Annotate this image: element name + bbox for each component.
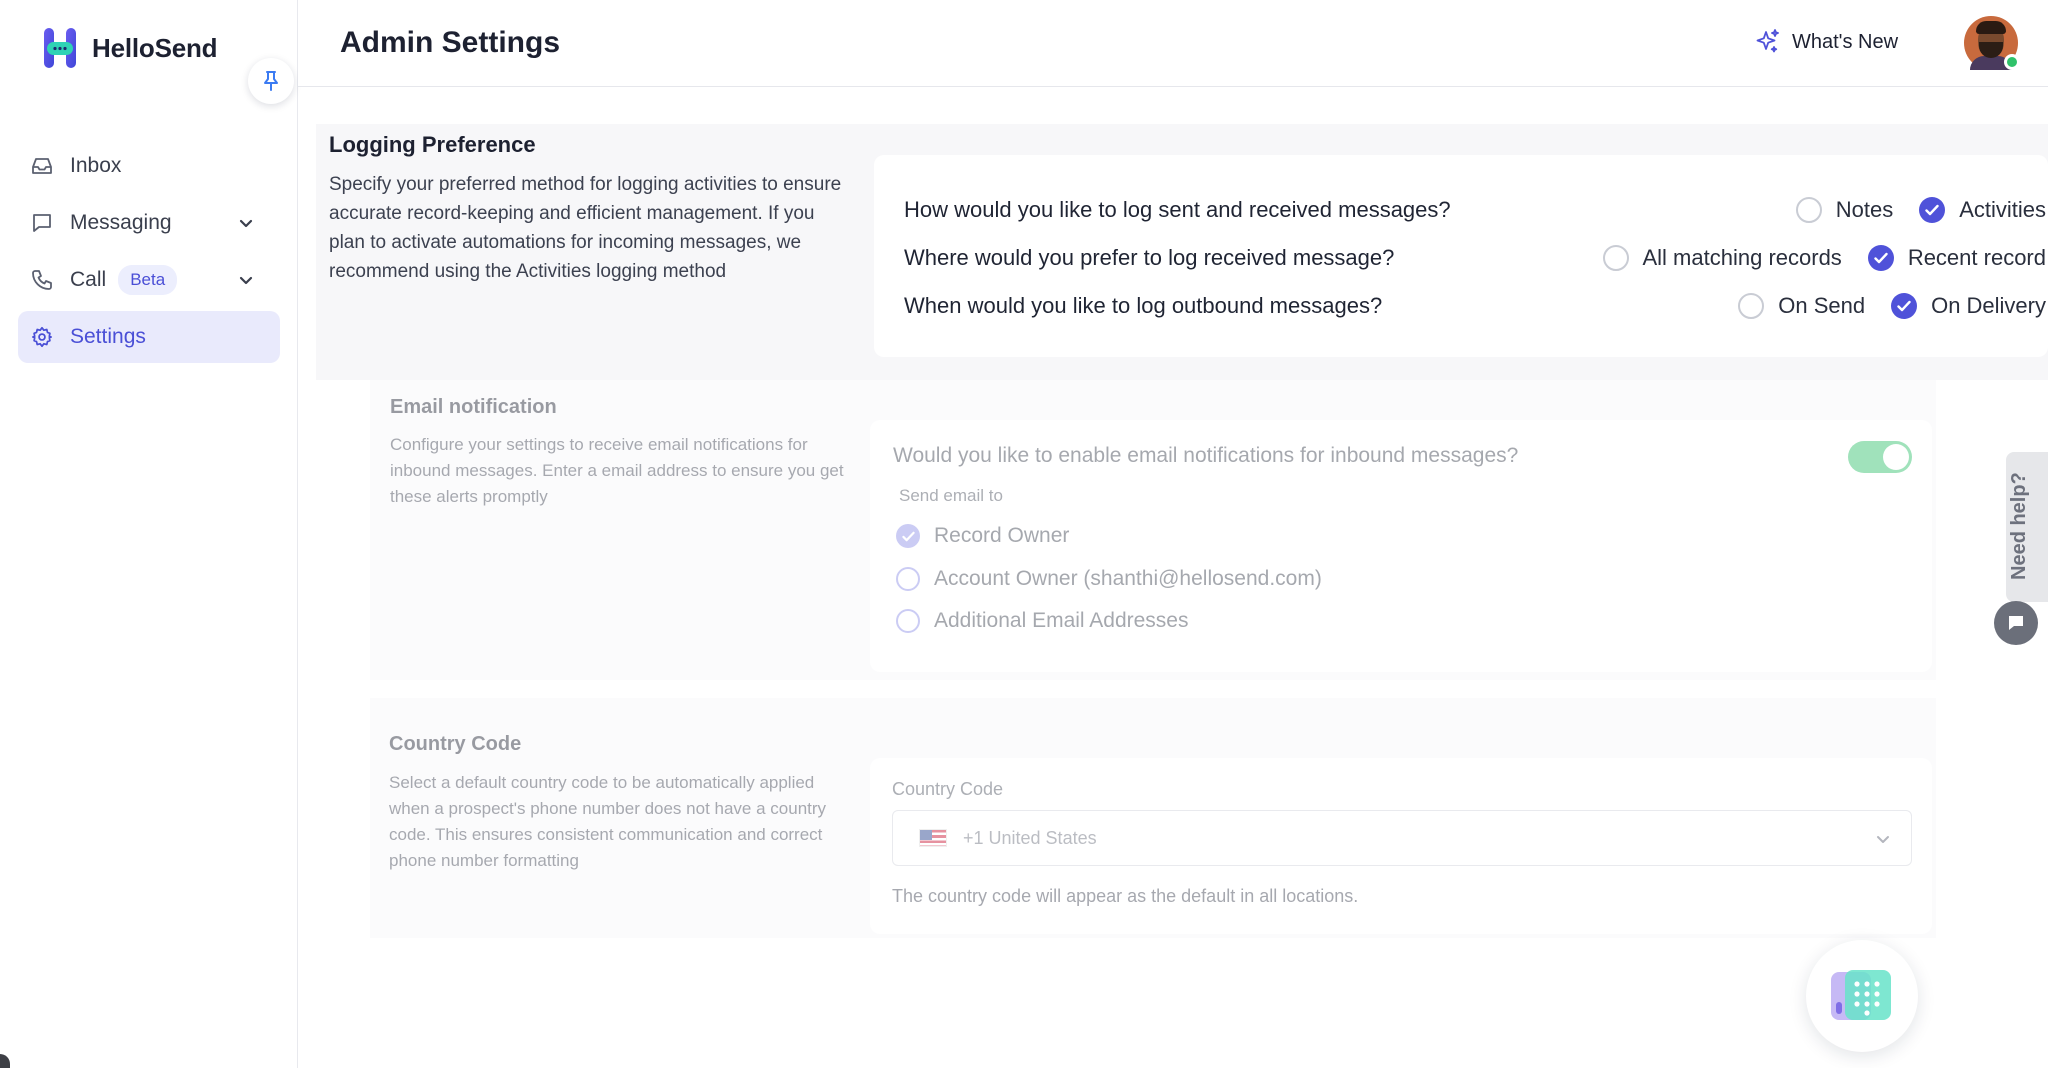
- beta-badge: Beta: [118, 265, 178, 295]
- logging-title: Logging Preference: [329, 132, 536, 157]
- option-activities[interactable]: Activities: [1919, 197, 2046, 223]
- sidebar-item-call[interactable]: Call Beta: [18, 254, 280, 306]
- sidebar-item-messaging[interactable]: Messaging: [18, 197, 280, 249]
- email-notification-description: Configure your settings to receive email…: [390, 435, 844, 506]
- sidebar-item-settings[interactable]: Settings: [18, 311, 280, 363]
- send-option-record-owner[interactable]: Record Owner: [896, 524, 1069, 548]
- whats-new-button[interactable]: What's New: [1754, 28, 1898, 56]
- send-email-to-label: Send email to: [899, 486, 1003, 505]
- radio-unchecked[interactable]: [896, 609, 920, 633]
- option-notes[interactable]: Notes: [1795, 197, 1894, 223]
- option-label: Record Owner: [934, 524, 1070, 547]
- question-text: How would you like to log sent and recei…: [904, 197, 1451, 222]
- need-help-label: Need help?: [2008, 472, 2030, 580]
- option-on-delivery[interactable]: On Delivery: [1891, 293, 2046, 319]
- checkmark-icon: [1874, 252, 1888, 264]
- country-code-description: Select a default country code to be auto…: [389, 773, 827, 870]
- country-code-select[interactable]: +1 United States: [892, 810, 1912, 866]
- whats-new-label: What's New: [1792, 30, 1899, 53]
- sidebar-item-label: Call: [70, 268, 107, 291]
- option-label: Recent record: [1907, 245, 2046, 270]
- sparkle-icon: [1756, 29, 1779, 53]
- country-code-title: Country Code: [389, 733, 522, 755]
- online-status-dot: [2004, 54, 2020, 70]
- option-label: Additional Email Addresses: [934, 609, 1189, 632]
- chevron-down-icon[interactable]: [236, 270, 256, 290]
- send-option-account-owner[interactable]: Account Owner (shanthi@hellosend.com): [896, 567, 1322, 591]
- brand-name: HelloSend: [92, 32, 218, 63]
- logging-question-row: How would you like to log sent and recei…: [904, 190, 2048, 230]
- chat-button[interactable]: [1994, 601, 2038, 645]
- radio-unchecked[interactable]: [1602, 245, 1629, 271]
- page-title: Admin Settings: [340, 26, 561, 59]
- avatar-hair: [1976, 21, 2006, 34]
- dialer-icon: [1831, 970, 1891, 1020]
- option-label: All matching records: [1642, 245, 1842, 270]
- option-label: Activities: [1959, 197, 2046, 222]
- logging-question-row: Where would you prefer to log received m…: [904, 238, 2048, 278]
- radio-unchecked[interactable]: [896, 567, 920, 591]
- inbox-icon: [30, 154, 54, 178]
- checkmark-icon: [1897, 300, 1911, 312]
- chevron-down-icon[interactable]: [236, 213, 256, 233]
- radio-unchecked[interactable]: [1795, 197, 1822, 223]
- option-all-matching-records[interactable]: All matching records: [1602, 245, 1842, 271]
- chevron-down-icon: [1877, 836, 1889, 843]
- question-options: On Send On Delivery: [1712, 293, 2046, 319]
- avatar[interactable]: [1964, 16, 2020, 70]
- radio-unchecked[interactable]: [1738, 293, 1765, 319]
- sidebar-item-inbox[interactable]: Inbox: [18, 140, 280, 192]
- sidebar-item-label: Messaging: [70, 211, 172, 234]
- question-text: Where would you prefer to log received m…: [904, 245, 1395, 270]
- radio-checked[interactable]: [1867, 245, 1894, 271]
- chat-icon: [2009, 616, 2023, 630]
- question-options: All matching records Recent record: [1577, 245, 2046, 271]
- option-recent-record[interactable]: Recent record: [1867, 245, 2046, 271]
- checkmark-icon: [1925, 204, 1939, 216]
- sidebar: HelloSend Inbox Messaging Call Beta Sett…: [0, 0, 298, 1068]
- option-label: Account Owner (shanthi@hellosend.com): [934, 567, 1322, 590]
- send-option-additional-emails[interactable]: Additional Email Addresses: [896, 609, 1188, 633]
- hellosend-logo-icon: [44, 28, 76, 68]
- sidebar-nav: Inbox Messaging Call Beta Settings: [18, 140, 280, 368]
- sidebar-item-label: Settings: [70, 325, 146, 348]
- option-label: On Send: [1778, 293, 1866, 318]
- country-code-helper-text: The country code will appear as the defa…: [892, 886, 1359, 906]
- logging-description: Specify your preferred method for loggin…: [329, 174, 842, 282]
- radio-checked[interactable]: [1919, 197, 1946, 223]
- dialer-button[interactable]: [1806, 940, 1918, 1052]
- pin-icon: [264, 71, 278, 91]
- brand[interactable]: HelloSend: [42, 26, 218, 70]
- toggle-knob: [1883, 444, 1909, 470]
- top-header: Admin Settings What's New: [298, 0, 2048, 87]
- radio-checked[interactable]: [1891, 293, 1918, 319]
- country-code-field-label: Country Code: [892, 779, 1004, 799]
- email-notification-toggle[interactable]: [1848, 441, 1912, 473]
- question-text: When would you like to log outbound mess…: [904, 293, 1383, 318]
- checkmark-icon: [901, 531, 915, 541]
- option-label: Notes: [1835, 197, 1894, 222]
- logging-options-card: How would you like to log sent and recei…: [874, 155, 2048, 357]
- gear-icon: [30, 325, 54, 349]
- sidebar-item-label: Inbox: [70, 154, 122, 177]
- us-flag-icon: [919, 829, 947, 847]
- phone-icon: [30, 268, 54, 292]
- country-code-selected-value: +1 United States: [963, 827, 1097, 848]
- option-label: On Delivery: [1931, 293, 2046, 318]
- option-on-send[interactable]: On Send: [1738, 293, 1865, 319]
- email-notification-question: Would you like to enable email notificat…: [893, 444, 1519, 467]
- radio-checked[interactable]: [896, 524, 920, 548]
- chat-bubble-icon: [30, 211, 54, 235]
- pin-sidebar-button[interactable]: [248, 58, 294, 104]
- question-options: Notes Activities: [1770, 197, 2046, 223]
- email-notification-title: Email notification: [390, 396, 557, 418]
- logging-question-row: When would you like to log outbound mess…: [904, 286, 2048, 326]
